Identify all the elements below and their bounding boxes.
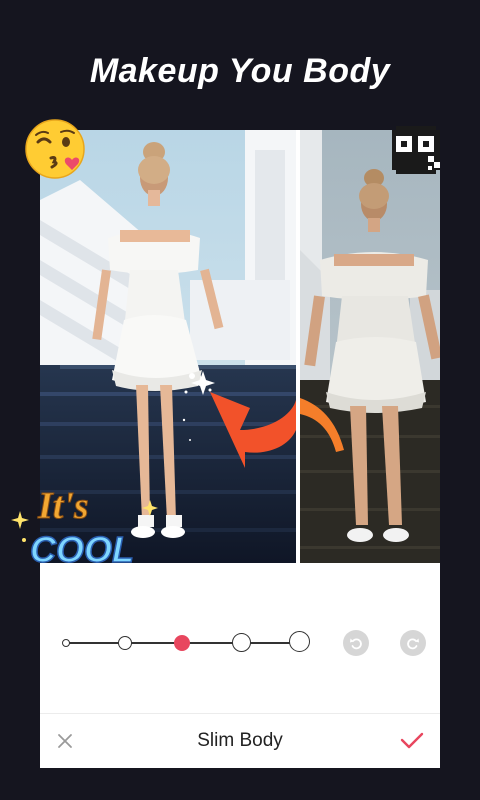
slider-step-5[interactable] (289, 631, 310, 652)
slider-step-2[interactable] (118, 636, 132, 650)
page-title: Makeup You Body (89, 52, 391, 90)
sticker-line2: COOL (30, 529, 134, 570)
photo-original (300, 130, 440, 563)
kissing-face-emoji-icon (24, 118, 86, 180)
slider-step-4[interactable] (232, 633, 251, 652)
sticker-line1: It's (37, 485, 89, 527)
checkmark-icon (400, 732, 424, 749)
adjust-panel: Slim Body (40, 563, 440, 768)
its-cool-sticker: It's COOL (8, 482, 173, 574)
undo-icon (350, 638, 362, 650)
slider-step-3-selected[interactable] (174, 635, 190, 651)
slider-step-1[interactable] (62, 639, 70, 647)
intensity-slider[interactable] (62, 631, 310, 653)
pixel-face-emoji-icon (388, 122, 444, 178)
redo-button[interactable] (400, 630, 426, 656)
bottom-bar: Slim Body (40, 714, 440, 768)
tool-name: Slim Body (197, 730, 283, 751)
confirm-button[interactable] (400, 730, 424, 752)
redo-icon (407, 638, 419, 650)
undo-button[interactable] (343, 630, 369, 656)
